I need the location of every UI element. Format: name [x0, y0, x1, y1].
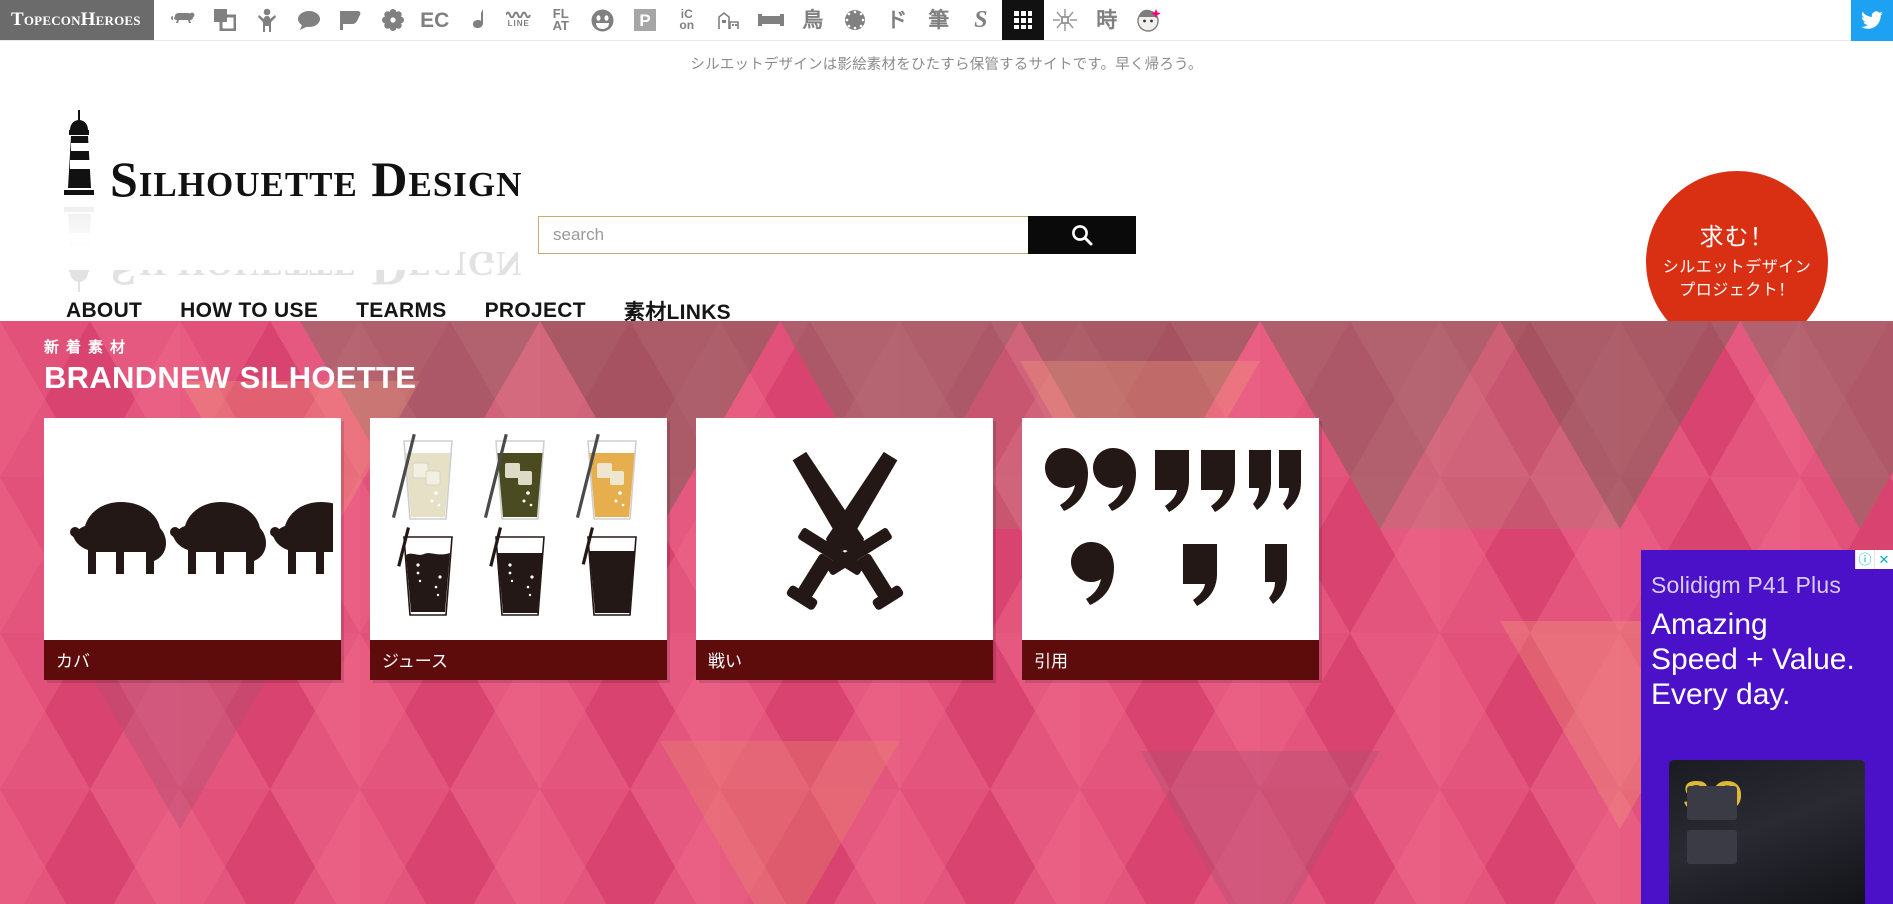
ad-headline-line-2: Speed + Value. — [1651, 642, 1855, 676]
copy-icon[interactable] — [204, 0, 246, 40]
card-quotation-label: 引用 — [1022, 640, 1319, 680]
nav-item-tearms[interactable]: TEARMS — [356, 299, 484, 321]
topbar-icon-list: EC LINE FL AT P iC on 鳥 ド 筆 S 時 — [154, 0, 1893, 40]
dotted-circle-icon[interactable] — [834, 0, 876, 40]
juice-glasses-icon — [391, 433, 637, 616]
main-navigation: ABOUT HOW TO USE TEARMS PROJECT 素材LINKS — [66, 296, 769, 321]
do-label: ド — [886, 8, 908, 32]
smiley-face-icon[interactable] — [582, 0, 624, 40]
katakana-do-icon[interactable]: ド — [876, 0, 918, 40]
svg-text:P: P — [639, 11, 650, 30]
line-label: LINE — [507, 19, 530, 28]
sheep-icon[interactable] — [162, 0, 204, 40]
icon-text-icon[interactable]: iC on — [666, 0, 708, 40]
crossed-swords-icon — [786, 451, 903, 610]
brush-kanji-icon[interactable]: 筆 — [918, 0, 960, 40]
nav-item-project[interactable]: PROJECT — [485, 299, 624, 321]
advertisement-banner[interactable]: ⓘ ✕ Solidigm P41 Plus Amazing Speed + Va… — [1641, 550, 1893, 904]
lighthouse-reflection-icon — [56, 200, 104, 292]
sofa-icon[interactable] — [750, 0, 792, 40]
hero-section: 新着素材 BRANDNEW SILHOETTE カバ ジュース 戦い 引用 — [0, 321, 1893, 904]
search-input[interactable] — [538, 216, 1028, 254]
logo-reflection: Silhouette Design — [56, 200, 523, 297]
quotation-marks-icon — [1044, 447, 1301, 606]
topbar: TopeconHeroes EC LINE FL AT P iC on 鳥 ド … — [0, 0, 1893, 41]
search-form — [538, 216, 1136, 254]
site-tagline: シルエットデザインは影絵素材をひたすら保管するサイトです。早く帰ろう。 — [690, 57, 1203, 73]
site-logo[interactable]: Silhouette Design — [56, 110, 523, 207]
time-label: 時 — [1096, 8, 1118, 32]
card-juice-label: ジュース — [370, 640, 667, 680]
building-icon[interactable] — [708, 0, 750, 40]
nav-item-material-links[interactable]: 素材LINKS — [624, 296, 769, 321]
logo-reflection-text: Silhouette Design — [110, 241, 523, 297]
twitter-button[interactable] — [1851, 0, 1893, 41]
card-battle[interactable]: 戦い — [696, 418, 993, 680]
ad-info-icon[interactable]: ⓘ — [1855, 550, 1874, 569]
site-header: Silhouette Design Silhouette Design sear… — [0, 74, 1893, 321]
search-button[interactable] — [1028, 216, 1136, 254]
face-icon[interactable] — [1128, 0, 1170, 40]
time-kanji-icon[interactable]: 時 — [1086, 0, 1128, 40]
nav-item-about[interactable]: ABOUT — [66, 299, 180, 321]
ad-headline-line-3: Every day. — [1651, 677, 1791, 711]
sparkle-icon[interactable] — [1044, 0, 1086, 40]
speech-bubble-icon[interactable] — [288, 0, 330, 40]
badge-line-1: 求む！ — [1699, 224, 1775, 252]
s-letter-icon[interactable]: S — [960, 0, 1002, 40]
ad-product-chip-2 — [1687, 830, 1737, 864]
person-cheer-icon[interactable] — [246, 0, 288, 40]
card-hippo[interactable]: カバ — [44, 418, 341, 680]
hero-kicker: 新着素材 — [44, 339, 133, 356]
bird-kanji-icon[interactable]: 鳥 — [792, 0, 834, 40]
parking-p-icon[interactable]: P — [624, 0, 666, 40]
card-quotation-thumbnail — [1022, 418, 1319, 640]
nav-item-how-to-use[interactable]: HOW TO USE — [180, 299, 356, 321]
reflection-fade-mask — [40, 200, 460, 270]
line-wave-icon[interactable]: LINE — [498, 0, 540, 40]
brush-label: 筆 — [928, 8, 950, 32]
card-battle-thumbnail — [696, 418, 993, 640]
card-juice[interactable]: ジュース — [370, 418, 667, 680]
grid-icon[interactable] — [1001, 0, 1044, 40]
brandnew-card-list: カバ ジュース 戦い 引用 — [44, 418, 1319, 680]
hero-title: BRANDNEW SILHOETTE — [44, 360, 417, 395]
bird-label: 鳥 — [802, 8, 824, 32]
badge-line-3: プロジェクト！ — [1679, 282, 1795, 300]
badge-line-2: シルエットデザイン — [1662, 259, 1812, 277]
hero-heading: 新着素材 BRANDNEW SILHOETTE — [44, 336, 416, 396]
ec-label: EC — [420, 8, 450, 32]
music-note-icon[interactable] — [456, 0, 498, 40]
logo-text: Silhouette Design — [110, 151, 523, 207]
flower-gear-icon[interactable] — [372, 0, 414, 40]
at-label: AT — [552, 18, 569, 33]
ad-controls: ⓘ ✕ — [1855, 550, 1893, 569]
card-juice-thumbnail — [370, 418, 667, 640]
flag-icon[interactable] — [330, 0, 372, 40]
flat-text-icon[interactable]: FL AT — [540, 0, 582, 40]
ad-product-image: SO — [1669, 760, 1865, 904]
card-hippo-thumbnail — [44, 418, 341, 640]
ad-product-chip-1 — [1687, 786, 1737, 820]
hippo-silhouette-icon — [69, 502, 333, 574]
card-battle-label: 戦い — [696, 640, 993, 680]
project-badge[interactable]: 求む！ シルエットデザイン プロジェクト！ — [1646, 171, 1828, 321]
ec-text-icon[interactable]: EC — [414, 0, 456, 40]
topeconheroes-logo[interactable]: TopeconHeroes — [0, 0, 154, 40]
lighthouse-icon — [56, 110, 104, 202]
ad-headline: Amazing Speed + Value. Every day. — [1641, 599, 1893, 712]
s-label: S — [974, 7, 988, 33]
card-quotation[interactable]: 引用 — [1022, 418, 1319, 680]
on-label: on — [679, 18, 695, 32]
ad-headline-line-1: Amazing — [1651, 608, 1768, 641]
card-hippo-label: カバ — [44, 640, 341, 680]
ad-close-icon[interactable]: ✕ — [1874, 550, 1893, 569]
